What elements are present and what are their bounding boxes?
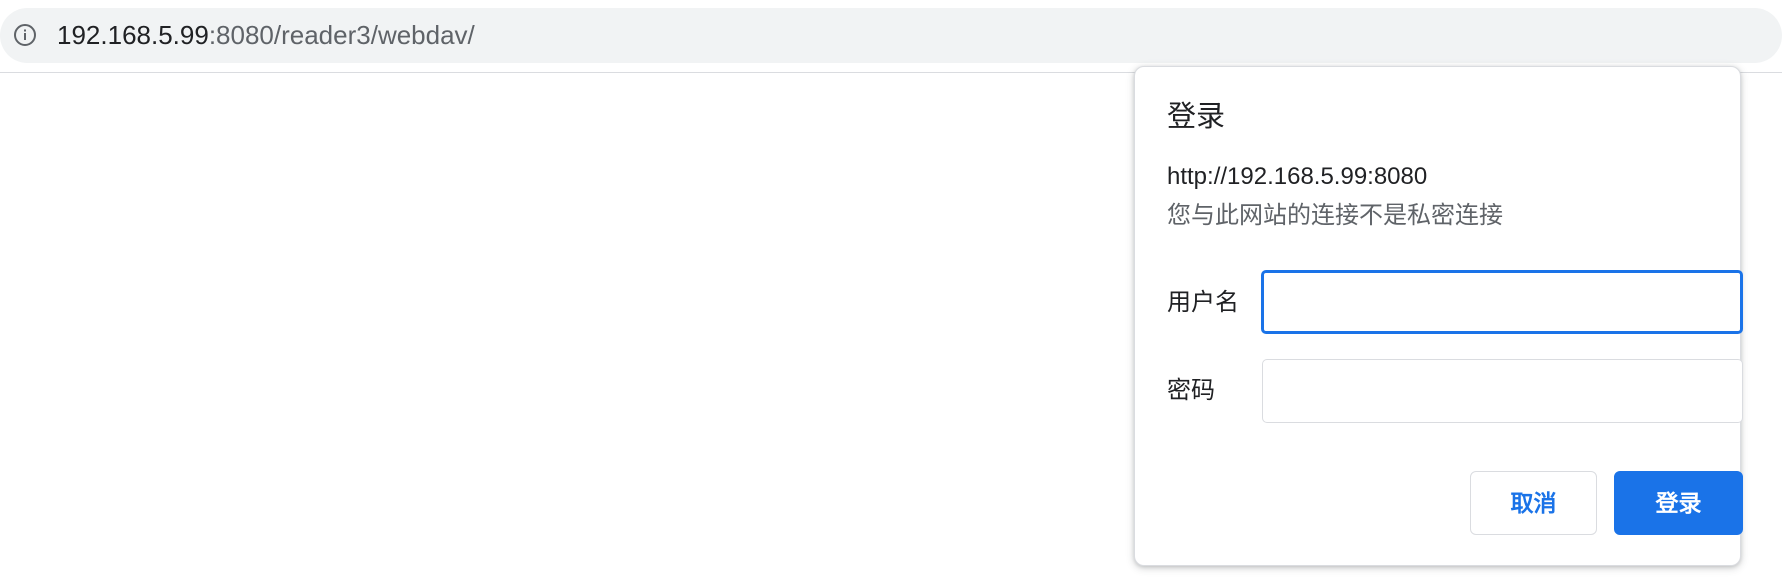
cancel-button[interactable]: 取消 [1470, 471, 1597, 535]
browser-window: 192.168.5.99:8080/reader3/webdav/ 登录 htt… [0, 0, 1782, 578]
login-button[interactable]: 登录 [1614, 471, 1743, 535]
username-input[interactable] [1261, 270, 1743, 334]
url-host: 192.168.5.99 [57, 20, 209, 50]
connection-warning: 您与此网站的连接不是私密连接 [1167, 202, 1503, 229]
password-label: 密码 [1167, 377, 1215, 404]
dialog-title: 登录 [1167, 101, 1226, 133]
info-icon[interactable] [13, 23, 37, 47]
address-bar[interactable]: 192.168.5.99:8080/reader3/webdav/ [0, 8, 1782, 63]
username-label: 用户名 [1167, 289, 1239, 316]
auth-dialog: 登录 http://192.168.5.99:8080 您与此网站的连接不是私密… [1134, 66, 1743, 566]
url-text[interactable]: 192.168.5.99:8080/reader3/webdav/ [57, 20, 475, 50]
dialog-origin: http://192.168.5.99:8080 [1167, 163, 1428, 190]
url-path: :8080/reader3/webdav/ [208, 20, 475, 50]
password-input[interactable] [1262, 359, 1743, 423]
